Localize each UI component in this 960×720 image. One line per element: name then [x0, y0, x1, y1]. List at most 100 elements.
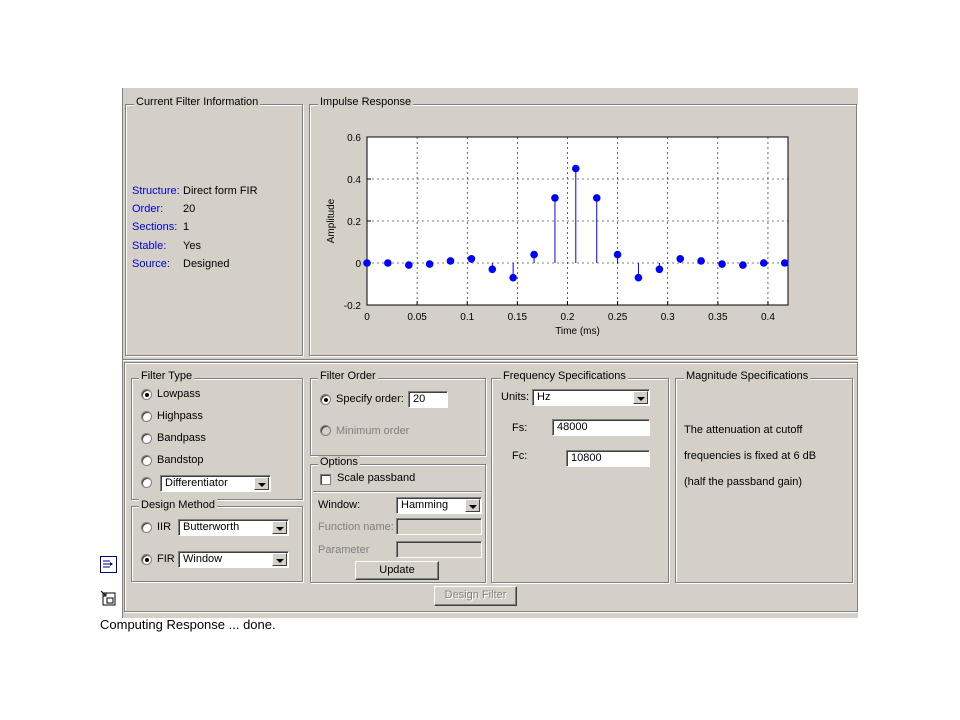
magnitude-specs-title: Magnitude Specifications [684, 370, 811, 382]
stem-marker [404, 261, 413, 269]
impulse-response-title: Impulse Response [318, 96, 414, 108]
stem-marker [530, 250, 538, 259]
x-tick-label: 0.35 [708, 312, 728, 323]
function-name-label: Function name: [318, 521, 394, 533]
stem-marker [676, 255, 685, 263]
stem-marker [613, 250, 622, 259]
fc-input-value: 10800 [571, 452, 602, 464]
frequency-specs-title: Frequency Specifications [501, 370, 628, 382]
fir-select-value: Window [183, 553, 223, 565]
fir-select[interactable]: Window [178, 551, 289, 568]
order-input[interactable]: 20 [408, 391, 448, 408]
x-tick-label: 0.15 [508, 312, 528, 323]
import-icon[interactable] [100, 590, 118, 608]
order-input-value: 20 [413, 393, 426, 405]
info-key: Stable: [132, 239, 167, 252]
current-filter-info-title: Current Filter Information [134, 96, 261, 108]
stem-marker [759, 259, 768, 267]
window-select-value: Hamming [401, 499, 449, 511]
filter-type-label-highpass: Highpass [157, 410, 203, 422]
specify-order-label: Specify order: [336, 393, 404, 405]
chevron-down-icon[interactable] [465, 499, 480, 512]
parameter-label: Parameter [318, 544, 370, 556]
stem-marker [467, 255, 476, 263]
differentiator-select[interactable]: Differentiator [160, 475, 271, 492]
scale-passband-label: Scale passband [337, 472, 416, 484]
y-tick-label: 0 [355, 259, 361, 270]
fc-input[interactable]: 10800 [566, 450, 650, 467]
radio-minimum-order[interactable] [320, 425, 331, 436]
info-value: Direct form FIR [183, 185, 258, 197]
fs-label: Fs: [512, 422, 528, 434]
info-key: Sections: [132, 221, 178, 234]
options-title: Options [318, 456, 360, 468]
x-axis-label: Time (ms) [555, 326, 600, 337]
info-key: Order: [132, 203, 164, 216]
iir-select-value: Butterworth [183, 521, 240, 533]
y-tick-label: 0.4 [347, 175, 361, 186]
window-select[interactable]: Hamming [396, 497, 482, 514]
scale-passband-checkbox[interactable] [320, 474, 331, 485]
x-tick-label: 0.25 [608, 312, 628, 323]
radio-fir[interactable] [141, 554, 152, 565]
fs-input[interactable]: 48000 [552, 419, 650, 436]
chevron-down-icon[interactable] [272, 521, 287, 534]
chevron-down-icon[interactable] [254, 477, 269, 490]
stem-marker [384, 259, 392, 267]
function-name-input[interactable] [396, 518, 482, 535]
fs-input-value: 48000 [557, 421, 588, 433]
radio-bandstop[interactable] [141, 455, 152, 466]
stem-marker [634, 273, 643, 282]
chevron-down-icon[interactable] [633, 391, 648, 404]
radio-highpass[interactable] [141, 411, 152, 422]
iir-select[interactable]: Butterworth [178, 519, 289, 536]
filter-type-label-bandpass: Bandpass [157, 432, 206, 444]
units-label: Units: [501, 391, 530, 403]
info-value: 1 [183, 221, 190, 234]
stem-marker [780, 259, 789, 267]
stem-marker [363, 259, 371, 267]
units-select-value: Hz [537, 391, 551, 403]
design-method-title: Design Method [139, 499, 217, 511]
design-method-panel [131, 506, 303, 582]
divider [123, 359, 858, 361]
differentiator-select-value: Differentiator [165, 477, 228, 489]
update-button[interactable]: Update [355, 561, 439, 580]
units-select[interactable]: Hz [532, 389, 650, 406]
stem-marker [571, 164, 580, 173]
impulse-response-chart[interactable]: 0 0.05 0.1 0.15 0.2 0.25 0.3 0.35 0.40.60.40.20-… [310, 120, 850, 342]
radio-bandpass[interactable] [141, 433, 152, 444]
y-axis-label: Amplitude [326, 198, 337, 243]
stem-marker [718, 260, 726, 268]
x-tick-label: 0 [364, 312, 370, 323]
sidebar-strip [100, 88, 123, 618]
radio-lowpass[interactable] [141, 389, 152, 400]
transform-icon[interactable] [100, 556, 117, 573]
status-bar: Computing Response ... done. [100, 618, 858, 632]
radio-differentiator[interactable] [141, 477, 152, 488]
filter-type-label-bandstop: Bandstop [157, 454, 204, 466]
magnitude-text-line1: The attenuation at cutoff [684, 424, 803, 436]
x-tick-label: 0.1 [460, 312, 474, 323]
x-tick-label: 0.3 [661, 312, 675, 323]
design-filter-button[interactable]: Design Filter [434, 586, 517, 606]
filter-type-label-lowpass: Lowpass [157, 388, 201, 400]
fc-label: Fc: [512, 450, 528, 462]
magnitude-text-line3: (half the passband gain) [684, 476, 803, 488]
stem-marker [446, 257, 455, 265]
parameter-input[interactable] [396, 541, 482, 558]
stem-marker [697, 257, 705, 265]
magnitude-text-line2: frequencies is fixed at 6 dB [684, 450, 817, 462]
radio-iir[interactable] [141, 522, 152, 533]
radio-specify-order[interactable] [320, 394, 331, 405]
filter-order-title: Filter Order [318, 370, 378, 382]
stem-marker [739, 261, 747, 269]
stem-marker [551, 194, 559, 202]
info-value: Designed [183, 257, 230, 270]
x-tick-label: 0.2 [561, 312, 575, 323]
y-tick-label: -0.2 [344, 301, 362, 312]
chevron-down-icon[interactable] [272, 553, 287, 566]
x-tick-label: 0.4 [761, 312, 775, 323]
stem-marker [488, 265, 497, 274]
info-value: 20 [183, 203, 196, 216]
